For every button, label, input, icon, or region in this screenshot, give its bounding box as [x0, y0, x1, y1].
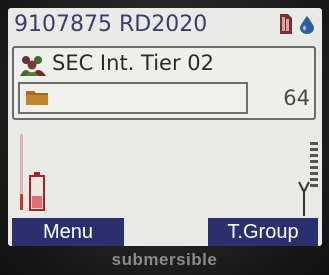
brand-label: submersible: [111, 250, 218, 269]
channel-number: 64: [283, 86, 310, 110]
folder-icon: [26, 91, 48, 105]
talkgroup-name: SEC Int. Tier 02: [52, 51, 214, 75]
menu-softkey[interactable]: Menu: [12, 218, 124, 246]
sim-card-icon: [280, 14, 292, 34]
display-screen: 9107875 RD2020 SEC Int. Tier 02 64 Menu …: [8, 8, 322, 246]
water-drop-icon: [300, 16, 314, 34]
battery-icon: [20, 134, 45, 211]
group-icon: [20, 56, 46, 76]
signal-strength-icon: [298, 142, 318, 216]
radio-id: 9107875 RD2020: [14, 12, 208, 37]
status-bar: 9107875 RD2020: [8, 8, 322, 46]
talkgroup-softkey[interactable]: T.Group: [208, 218, 318, 246]
device-bezel: 9107875 RD2020 SEC Int. Tier 02 64 Menu …: [0, 0, 329, 275]
talkgroup-panel: SEC Int. Tier 02 64: [12, 46, 316, 120]
channel-field: [18, 82, 248, 114]
